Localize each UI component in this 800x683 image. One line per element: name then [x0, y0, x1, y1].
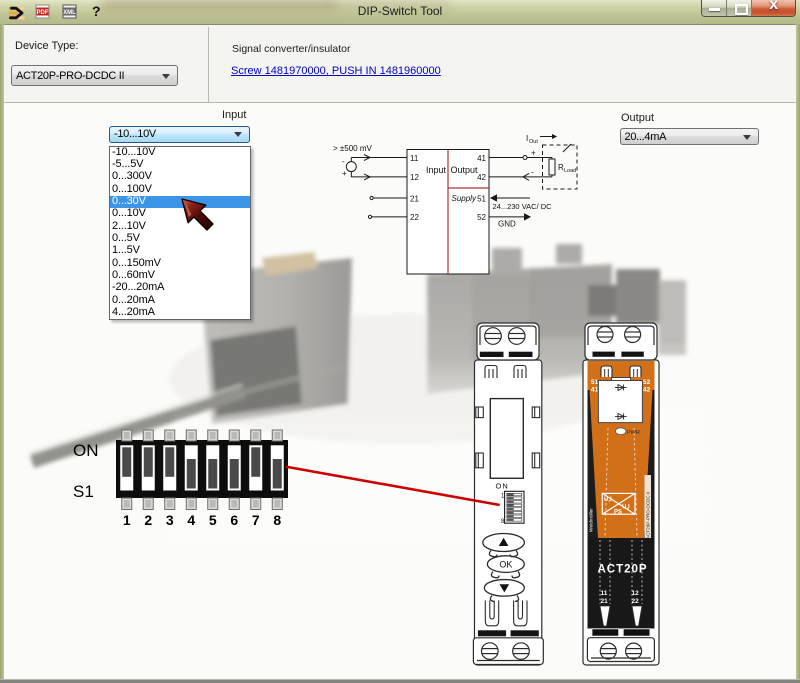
svg-text:21: 21: [410, 194, 419, 203]
svg-text:42: 42: [643, 387, 651, 394]
svg-text:24...230 VAC/ DC: 24...230 VAC/ DC: [493, 202, 553, 211]
svg-text:GND: GND: [498, 220, 516, 229]
svg-text:OK: OK: [499, 560, 512, 570]
svg-text:PS: PS: [614, 510, 622, 516]
svg-text:22: 22: [632, 598, 640, 605]
svg-text:5: 5: [209, 512, 217, 528]
svg-text:ON: ON: [73, 441, 99, 460]
svg-text:22: 22: [410, 213, 419, 222]
svg-text:Out: Out: [529, 139, 538, 145]
svg-text:ACT20P: ACT20P: [598, 564, 648, 576]
svg-text:XML: XML: [63, 10, 76, 16]
svg-text:> ±500 mV: > ±500 mV: [333, 144, 373, 153]
svg-text:1: 1: [123, 512, 131, 528]
svg-text:21: 21: [601, 598, 609, 605]
svg-text:S1: S1: [73, 482, 94, 501]
svg-text:U,I: U,I: [622, 505, 630, 511]
svg-text:4: 4: [187, 512, 195, 528]
svg-text:7: 7: [252, 512, 260, 528]
svg-text:12: 12: [632, 590, 640, 597]
svg-text:12: 12: [410, 173, 419, 182]
svg-text:11: 11: [601, 590, 608, 597]
svg-text:3: 3: [166, 512, 174, 528]
svg-text:Supply: Supply: [452, 194, 477, 203]
svg-text:Load: Load: [564, 168, 576, 174]
svg-text:I: I: [526, 134, 528, 143]
svg-text:Output: Output: [451, 165, 479, 175]
svg-text:6: 6: [230, 512, 238, 528]
svg-text:41: 41: [591, 387, 599, 394]
svg-text:U,I: U,I: [604, 497, 612, 503]
svg-text:Input: Input: [426, 165, 447, 175]
svg-text:52: 52: [643, 379, 651, 386]
svg-text:2: 2: [144, 512, 152, 528]
svg-text:?: ?: [92, 3, 101, 19]
svg-text:51: 51: [591, 379, 599, 386]
svg-text:ACT20P-PRO-DCDC II: ACT20P-PRO-DCDC II: [646, 492, 651, 539]
svg-text:-: -: [531, 168, 534, 177]
svg-text:51: 51: [477, 194, 486, 203]
svg-text:11: 11: [410, 154, 419, 163]
svg-text:-: -: [342, 157, 345, 166]
svg-text:Weidmüller: Weidmüller: [589, 508, 595, 532]
svg-text:52: 52: [477, 213, 486, 222]
svg-text:8: 8: [273, 512, 281, 528]
svg-text:PDF: PDF: [37, 10, 49, 16]
svg-text:+: +: [342, 169, 347, 178]
svg-text:41: 41: [477, 154, 486, 163]
svg-text:+: +: [531, 149, 536, 158]
svg-text:42: 42: [477, 173, 486, 182]
svg-text:PWR: PWR: [627, 430, 640, 436]
